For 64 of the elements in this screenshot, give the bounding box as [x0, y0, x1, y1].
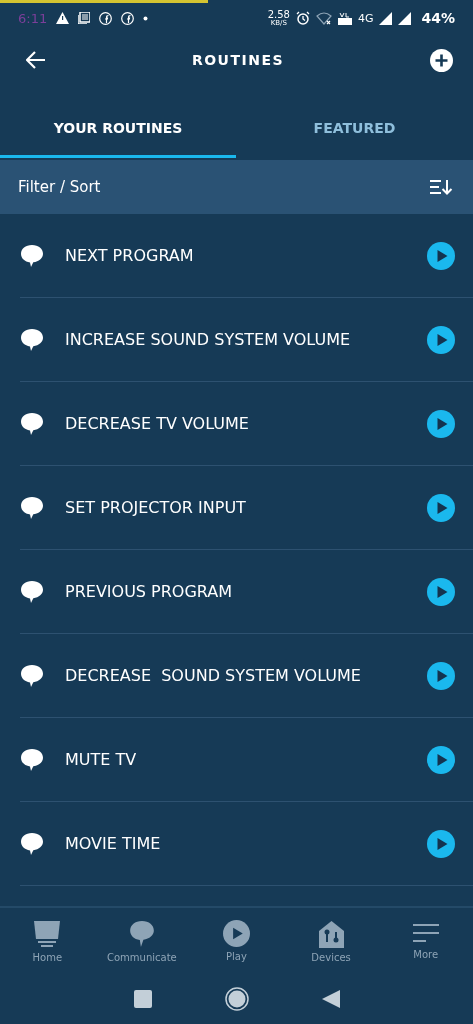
home-icon[interactable] [224, 987, 249, 1011]
nav-tab[interactable]: More [378, 922, 473, 960]
screen-title: ROUTINES [191, 52, 285, 68]
routine-name: DECREASE TV VOLUME [65, 414, 250, 433]
warning-icon [56, 12, 70, 24]
speech-bubble-icon [20, 411, 44, 436]
facebook-icon [121, 11, 135, 25]
routine-item[interactable]: PREVIOUS PROGRAM [20, 550, 473, 634]
routine-item[interactable]: SET PROJECTOR INPUT [20, 466, 473, 550]
speech-bubble-icon [128, 919, 155, 948]
alarm-icon [295, 11, 310, 25]
filter-label: Filter / Sort [18, 178, 101, 196]
back-arrow-icon[interactable] [26, 51, 46, 69]
routine-name: NEXT PROGRAM [65, 246, 195, 265]
signal-icon [398, 11, 412, 25]
wifi-off-icon [315, 11, 332, 25]
play-icon[interactable] [427, 409, 455, 438]
routine-item[interactable]: MUTE TV [20, 718, 473, 802]
tab[interactable]: FEATURED [236, 100, 473, 158]
play-icon[interactable] [427, 241, 455, 270]
play-icon[interactable] [427, 577, 455, 606]
routine-name: INCREASE SOUND SYSTEM VOLUME [65, 330, 352, 349]
routine-name: PREVIOUS PROGRAM [65, 582, 234, 601]
speech-bubble-icon [20, 495, 44, 520]
sort-icon[interactable] [429, 179, 453, 195]
routine-item[interactable]: DECREASE TV VOLUME [20, 382, 473, 466]
back-icon[interactable] [321, 990, 340, 1008]
signal-icon [379, 11, 393, 25]
news-icon [78, 12, 91, 24]
play-icon[interactable] [427, 493, 455, 522]
play-icon[interactable] [427, 661, 455, 690]
routine-item[interactable]: MOVIE TIME [20, 802, 473, 886]
play-icon[interactable] [427, 745, 455, 774]
add-icon[interactable] [430, 48, 453, 72]
filter-bar[interactable]: Filter / Sort [0, 160, 473, 214]
play-icon [223, 920, 250, 947]
routine-name: MOVIE TIME [65, 834, 162, 853]
routine-item[interactable]: DECREASE SOUND SYSTEM VOLUME [20, 634, 473, 718]
routine-name: MUTE TV [65, 750, 138, 769]
routine-name: DECREASE SOUND SYSTEM VOLUME [65, 666, 362, 685]
speech-bubble-icon [20, 243, 44, 268]
play-icon[interactable] [427, 829, 455, 858]
nav-tab[interactable]: Communicate [94, 919, 189, 963]
speech-bubble-icon [20, 663, 44, 688]
nav-tab[interactable]: Devices [284, 919, 379, 963]
nav-tab[interactable]: Play [189, 920, 284, 962]
speech-bubble-icon [20, 579, 44, 604]
facebook-icon [99, 11, 113, 25]
routine-name: SET PROJECTOR INPUT [65, 498, 247, 517]
status-time: 6:11 [18, 10, 48, 26]
menu-icon [411, 922, 440, 945]
speech-bubble-icon [20, 327, 44, 352]
smart-home-icon [317, 919, 345, 948]
speed-value: 2.58 [267, 9, 290, 20]
nav-tab[interactable]: Home [0, 919, 95, 963]
routine-item[interactable]: NEXT PROGRAM [20, 214, 473, 298]
speech-bubble-icon [20, 831, 44, 856]
routine-item[interactable]: INCREASE SOUND SYSTEM VOLUME [20, 298, 473, 382]
speech-bubble-icon [20, 747, 44, 772]
dot-icon [143, 15, 149, 21]
recents-icon[interactable] [133, 990, 152, 1008]
play-icon[interactable] [427, 325, 455, 354]
battery-level: 44% [421, 10, 455, 26]
network-type: 4G [357, 11, 374, 25]
